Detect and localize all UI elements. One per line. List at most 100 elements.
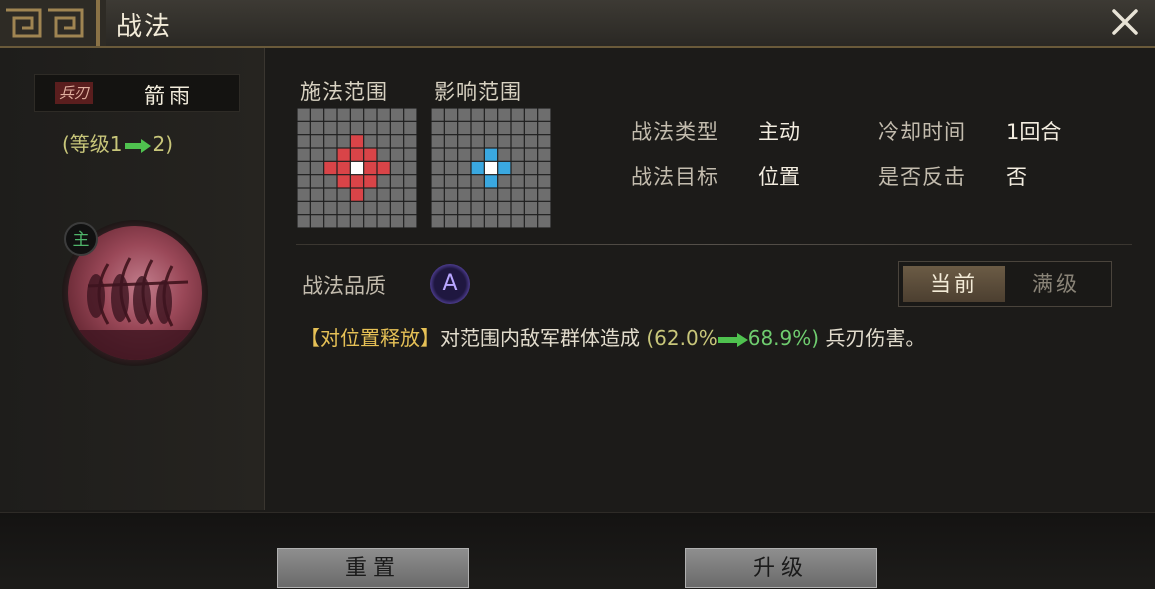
effect-range-cell bbox=[484, 201, 498, 215]
cast-range-active-cell bbox=[350, 188, 364, 201]
level-change: (等级1 2) bbox=[62, 128, 173, 157]
effect-range-cell bbox=[524, 148, 538, 161]
effect-range-cell bbox=[431, 215, 444, 228]
effect-range-cell bbox=[524, 188, 538, 201]
quality-label: 战法品质 bbox=[302, 274, 386, 298]
effect-range-cell bbox=[524, 135, 538, 148]
effect-range-cell bbox=[511, 121, 524, 135]
cast-range-active-cell bbox=[337, 148, 350, 161]
effect-range-cell bbox=[484, 121, 498, 135]
effect-range-cell bbox=[471, 215, 484, 228]
cast-range-cell bbox=[364, 215, 377, 228]
effect-range-cell bbox=[471, 201, 484, 215]
cast-range-cell bbox=[377, 148, 390, 161]
cast-range-cell bbox=[297, 135, 310, 148]
cast-range-cell bbox=[337, 201, 350, 215]
cast-range-cell bbox=[377, 175, 390, 188]
cast-range-cell bbox=[297, 201, 310, 215]
cast-range-cell bbox=[337, 135, 350, 148]
close-icon[interactable] bbox=[1109, 6, 1141, 38]
cast-range-cell bbox=[390, 161, 404, 175]
cast-range-cell bbox=[377, 188, 390, 201]
cast-range-cell bbox=[297, 188, 310, 201]
cast-range-cell bbox=[350, 201, 364, 215]
effect-range-cell bbox=[511, 135, 524, 148]
effect-range-cell bbox=[458, 215, 471, 228]
effect-range-active-cell bbox=[484, 175, 498, 188]
effect-range-cell bbox=[538, 148, 551, 161]
cooldown-value: 1回合 bbox=[1006, 120, 1062, 144]
reset-button[interactable]: 重置 bbox=[277, 548, 469, 588]
cast-range-cell bbox=[297, 121, 310, 135]
effect-range-cell bbox=[458, 175, 471, 188]
effect-range-cell bbox=[524, 161, 538, 175]
release-tag: 【对位置释放】 bbox=[300, 326, 440, 350]
cast-range-cell bbox=[310, 108, 324, 121]
cast-range-cell bbox=[404, 201, 417, 215]
cast-range-active-cell bbox=[377, 161, 390, 175]
cast-range-cell bbox=[377, 135, 390, 148]
cast-range-cell bbox=[377, 121, 390, 135]
cast-range-cell bbox=[324, 175, 337, 188]
cast-range-cell bbox=[310, 161, 324, 175]
cast-range-cell bbox=[404, 108, 417, 121]
ornament-icon bbox=[0, 0, 106, 46]
cast-range-cell bbox=[324, 121, 337, 135]
effect-range-cell bbox=[498, 121, 511, 135]
cast-range-cell bbox=[310, 148, 324, 161]
cast-range-cell bbox=[377, 108, 390, 121]
level-from: (等级1 bbox=[62, 132, 123, 156]
counterattack-label: 是否反击 bbox=[878, 165, 966, 189]
cast-range-cell bbox=[337, 108, 350, 121]
bottom-bar bbox=[0, 512, 1155, 581]
effect-range-cell bbox=[511, 215, 524, 228]
effect-range-cell bbox=[431, 121, 444, 135]
effect-range-cell bbox=[498, 188, 511, 201]
cast-range-cell bbox=[324, 148, 337, 161]
effect-range-cell bbox=[444, 201, 458, 215]
effect-range-cell bbox=[458, 148, 471, 161]
effect-range-cell bbox=[431, 148, 444, 161]
effect-range-cell bbox=[511, 188, 524, 201]
cast-range-cell bbox=[404, 148, 417, 161]
effect-range-cell bbox=[538, 175, 551, 188]
cast-range-cell bbox=[310, 201, 324, 215]
cast-range-cell bbox=[324, 201, 337, 215]
cast-range-active-cell bbox=[337, 161, 350, 175]
effect-range-cell bbox=[471, 121, 484, 135]
upgrade-button[interactable]: 升级 bbox=[685, 548, 877, 588]
effect-range-cell bbox=[471, 135, 484, 148]
new-damage-rate: 68.9% bbox=[747, 326, 812, 350]
paren-open: ( bbox=[646, 326, 655, 350]
effect-range-cell bbox=[511, 161, 524, 175]
effect-range-cell bbox=[471, 108, 484, 121]
title-bar: 战法 bbox=[0, 0, 1155, 48]
effect-range-cell bbox=[444, 148, 458, 161]
effect-range-cell bbox=[431, 175, 444, 188]
main-skill-badge: 主 bbox=[64, 222, 98, 256]
effect-range-cell bbox=[538, 135, 551, 148]
effect-range-cell bbox=[471, 148, 484, 161]
cooldown-label: 冷却时间 bbox=[878, 120, 966, 144]
effect-range-cell bbox=[458, 188, 471, 201]
cast-range-cell bbox=[310, 175, 324, 188]
effect-range-cell bbox=[511, 201, 524, 215]
level-view-toggle: 当前 满级 bbox=[898, 261, 1112, 307]
tab-max-level[interactable]: 满级 bbox=[1005, 266, 1107, 302]
cast-range-cell bbox=[390, 201, 404, 215]
effect-range-cell bbox=[458, 161, 471, 175]
cast-range-grid bbox=[297, 108, 417, 228]
cast-range-cell bbox=[310, 188, 324, 201]
effect-range-cell bbox=[538, 215, 551, 228]
cast-range-cell bbox=[297, 108, 310, 121]
effect-range-active-cell bbox=[484, 148, 498, 161]
tab-current[interactable]: 当前 bbox=[903, 266, 1005, 302]
effect-range-cell bbox=[524, 108, 538, 121]
effect-range-cell bbox=[444, 135, 458, 148]
effect-range-cell bbox=[471, 188, 484, 201]
effect-range-cell bbox=[444, 121, 458, 135]
effect-range-cell bbox=[484, 188, 498, 201]
cast-range-cell bbox=[350, 215, 364, 228]
cast-range-cell bbox=[390, 121, 404, 135]
effect-range-cell bbox=[444, 188, 458, 201]
